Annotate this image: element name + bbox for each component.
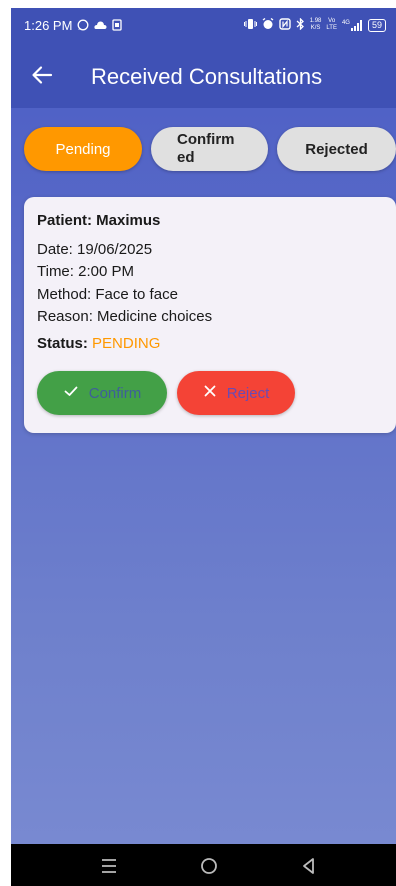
status-badge: PENDING <box>92 335 161 352</box>
battery-level: 59 <box>371 19 382 30</box>
reject-button[interactable]: Reject <box>177 371 295 415</box>
status-bar: 1:26 PM 1.98 K/S Vo LTE 4G 59 <box>11 8 396 46</box>
consultation-date: Date: 19/06/2025 <box>37 241 153 258</box>
check-icon <box>63 383 79 403</box>
whatsapp-icon <box>77 19 89 33</box>
volte-bottom: LTE <box>326 25 337 31</box>
confirm-button-label: Confirm <box>88 384 142 402</box>
consultation-card: Patient: Maximus Date: 19/06/2025 Time: … <box>24 197 396 433</box>
status-label: Status: <box>37 335 88 352</box>
signal-icon: 4G <box>341 19 363 31</box>
vibrate-icon <box>243 18 257 32</box>
system-nav-bar <box>11 844 396 886</box>
consultation-status: Status: PENDING <box>37 335 160 352</box>
home-button[interactable] <box>197 854 221 878</box>
page-title: Received Consultations <box>91 64 323 89</box>
home-circle-icon <box>201 858 217 874</box>
nfc-icon <box>279 18 291 32</box>
tab-rejected[interactable]: Rejected <box>277 127 396 171</box>
arrow-left-icon <box>32 66 53 84</box>
system-back-button[interactable] <box>297 854 321 878</box>
close-icon <box>203 384 217 402</box>
consultation-reason: Reason: Medicine choices <box>37 308 213 325</box>
app-bar: 1:26 PM 1.98 K/S Vo LTE 4G 59 Received C… <box>11 8 396 108</box>
battery-icon: 59 <box>367 18 386 32</box>
network-speed: 1.98 K/S <box>310 18 322 32</box>
status-time: 1:26 PM <box>24 18 73 33</box>
volte-top: Vo <box>328 18 336 24</box>
toolbar: Received Consultations <box>11 58 396 98</box>
tab-pending[interactable]: Pending <box>24 127 142 171</box>
confirm-button[interactable]: Confirm <box>37 371 167 415</box>
tab-pending-label: Pending <box>55 140 111 158</box>
tab-confirmed-label: Confirmed <box>177 131 235 166</box>
screen: 1:26 PM 1.98 K/S Vo LTE 4G 59 Received C… <box>11 8 396 886</box>
signal-type: 4G <box>341 19 350 26</box>
cloud-icon <box>94 20 107 32</box>
consultation-time: Time: 2:00 PM <box>37 263 134 280</box>
sim-card-icon <box>112 18 123 33</box>
menu-icon <box>102 859 116 873</box>
volte-indicator: Vo LTE <box>326 18 337 32</box>
tab-confirmed[interactable]: Confirmed <box>151 127 268 171</box>
network-speed-unit: K/S <box>310 25 321 31</box>
status-filter-tabs: Pending Confirmed Rejected <box>11 127 396 171</box>
patient-name: Patient: Maximus <box>37 212 161 229</box>
bluetooth-icon <box>296 17 305 32</box>
back-triangle-icon <box>303 858 314 874</box>
reject-button-label: Reject <box>226 384 270 402</box>
network-speed-value: 1.98 <box>309 18 322 24</box>
alarm-icon <box>262 17 274 32</box>
status-bar-right: 1.98 K/S Vo LTE 4G 59 <box>243 17 386 32</box>
status-bar-left: 1:26 PM <box>24 18 123 33</box>
back-button[interactable] <box>29 62 55 88</box>
consultation-method: Method: Face to face <box>37 286 178 303</box>
tab-rejected-label: Rejected <box>305 140 368 158</box>
menu-button[interactable] <box>97 854 121 878</box>
